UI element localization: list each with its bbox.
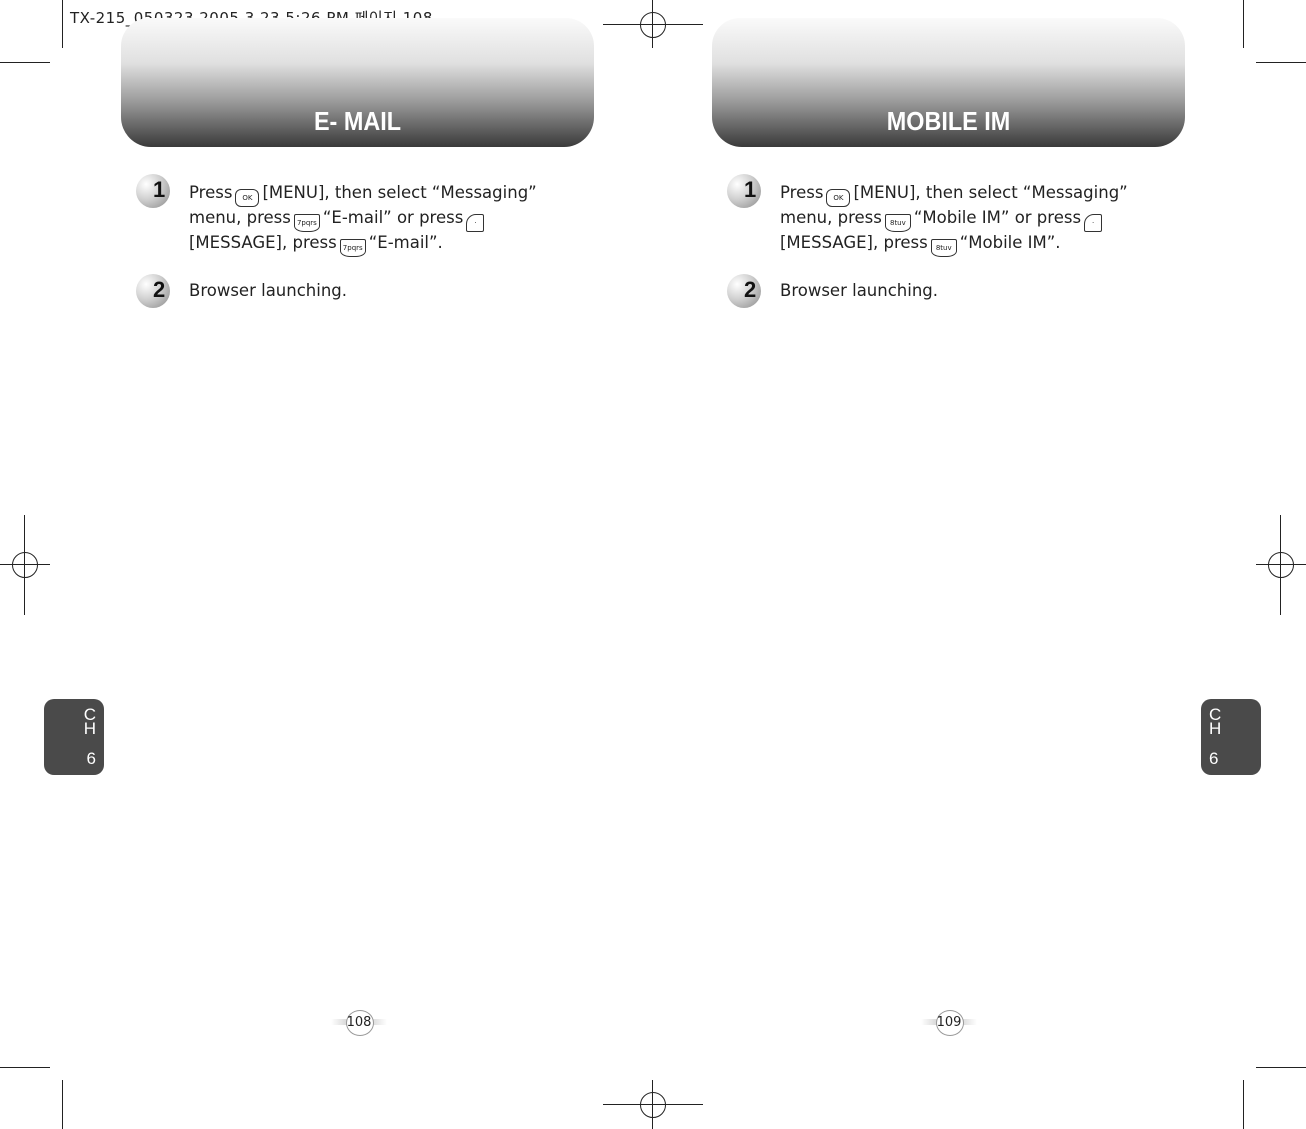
crop-mark xyxy=(62,0,63,48)
message-key-icon: · xyxy=(1084,214,1103,232)
step-number: 2 xyxy=(727,274,767,308)
page-title: MOBILE IM xyxy=(886,106,1011,136)
crop-mark xyxy=(0,1067,50,1068)
crop-mark xyxy=(1256,62,1306,63)
page-number: 109 xyxy=(921,1010,977,1036)
step-2-text: Browser launching. xyxy=(189,281,348,300)
key-8-icon: 8tuv xyxy=(884,214,911,232)
step-number: 1 xyxy=(136,174,176,208)
section-header: E- MAIL xyxy=(121,18,594,147)
key-7-icon: 7pqrs xyxy=(339,239,366,257)
crop-mark xyxy=(1243,0,1244,48)
step-number: 2 xyxy=(136,274,176,308)
key-8-icon: 8tuv xyxy=(930,239,957,257)
crop-mark xyxy=(62,1080,63,1129)
crop-mark xyxy=(1243,1080,1244,1129)
section-header: MOBILE IM xyxy=(712,18,1185,147)
ok-key-icon: OK xyxy=(235,189,260,207)
registration-mark xyxy=(640,12,666,38)
message-key-icon: · xyxy=(466,214,485,232)
key-7-icon: 7pqrs xyxy=(293,214,320,232)
step-2-text: Browser launching. xyxy=(780,281,939,300)
ok-key-icon: OK xyxy=(826,189,851,207)
page-title: E- MAIL xyxy=(313,106,402,136)
chapter-tab: CH6 xyxy=(1201,699,1261,775)
registration-mark xyxy=(12,552,38,578)
page-number: 108 xyxy=(331,1010,387,1036)
step-1-text: Press OK [MENU], then select “Messaging” m… xyxy=(189,182,537,257)
chapter-tab: CH6 xyxy=(44,699,104,775)
registration-mark xyxy=(1268,552,1294,578)
step-number: 1 xyxy=(727,174,767,208)
step-1-text: Press OK [MENU], then select “Messaging” m… xyxy=(780,182,1128,257)
crop-mark xyxy=(1256,1067,1306,1068)
crop-mark xyxy=(0,62,50,63)
registration-mark xyxy=(640,1092,666,1118)
